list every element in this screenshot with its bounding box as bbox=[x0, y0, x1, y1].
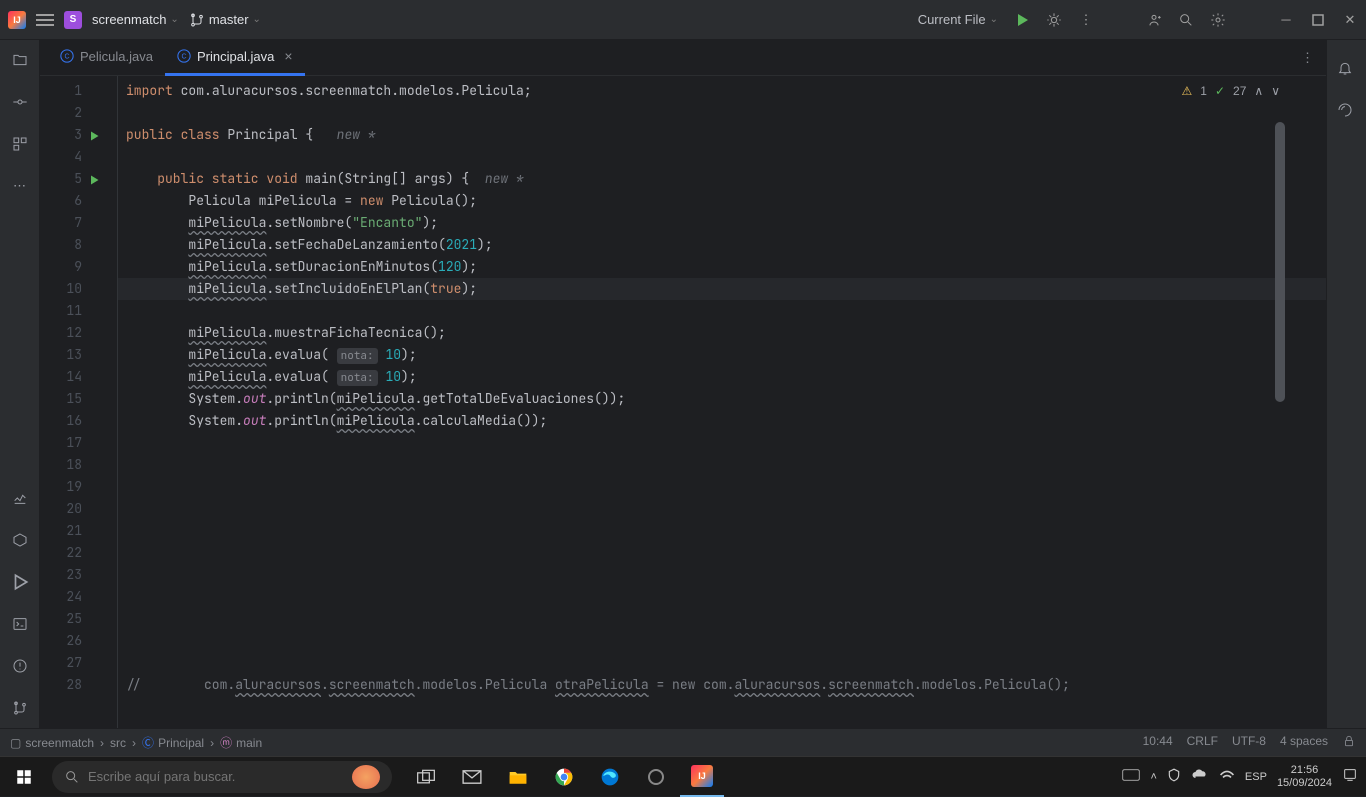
status-bar: ▢ screenmatch › src › Ⓒ Principal › ⓜ ma… bbox=[0, 728, 1366, 756]
breadcrumb-method[interactable]: ⓜ main bbox=[220, 734, 262, 751]
scrollbar[interactable] bbox=[1274, 122, 1286, 728]
editor-tabs: C Pelicula.java C Principal.java × ⋮ bbox=[40, 40, 1326, 76]
run-button[interactable] bbox=[1014, 12, 1030, 28]
maximize-button[interactable] bbox=[1310, 12, 1326, 28]
tray-clock[interactable]: 21:56 15/09/2024 bbox=[1277, 764, 1332, 790]
vcs-branch-selector[interactable]: master ⌄ bbox=[189, 12, 261, 28]
debug-button[interactable] bbox=[1046, 12, 1062, 28]
right-tool-strip bbox=[1326, 40, 1366, 728]
code-content[interactable]: import com.aluracursos.screenmatch.model… bbox=[118, 76, 1326, 728]
svg-text:C: C bbox=[64, 54, 69, 61]
tab-options-button[interactable]: ⋮ bbox=[1301, 50, 1314, 66]
search-highlight-icon bbox=[352, 765, 380, 789]
tray-onedrive-icon[interactable] bbox=[1191, 769, 1209, 784]
structure-tool-button[interactable] bbox=[10, 134, 30, 154]
file-encoding[interactable]: UTF-8 bbox=[1232, 734, 1266, 751]
more-tools-button[interactable]: ⋯ bbox=[10, 176, 30, 196]
commit-tool-button[interactable] bbox=[10, 92, 30, 112]
minimize-button[interactable]: ─ bbox=[1278, 12, 1294, 28]
problems-tool-button[interactable] bbox=[10, 656, 30, 676]
close-button[interactable]: ✕ bbox=[1342, 12, 1358, 28]
left-tool-strip: ⋯ bbox=[0, 40, 40, 728]
tab-principal[interactable]: C Principal.java × bbox=[165, 40, 305, 76]
terminal-tool-button[interactable] bbox=[10, 614, 30, 634]
tray-keyboard-icon[interactable] bbox=[1122, 768, 1140, 785]
code-editor[interactable]: 1234567891011121314151617181920212223242… bbox=[40, 76, 1326, 728]
settings-button[interactable] bbox=[1210, 12, 1226, 28]
taskbar-search[interactable] bbox=[52, 761, 392, 793]
vcs-tool-button[interactable] bbox=[10, 698, 30, 718]
mail-app[interactable] bbox=[450, 757, 494, 797]
project-tool-button[interactable] bbox=[10, 50, 30, 70]
chevron-up-icon[interactable]: ∧ bbox=[1254, 84, 1263, 98]
breadcrumb-root[interactable]: ▢ screenmatch bbox=[10, 736, 94, 750]
search-everywhere-button[interactable] bbox=[1178, 12, 1194, 28]
chrome-app[interactable] bbox=[542, 757, 586, 797]
cortana-app[interactable] bbox=[634, 757, 678, 797]
project-icon: S bbox=[64, 11, 82, 29]
run-config-selector[interactable]: Current File ⌄ bbox=[918, 12, 998, 27]
edge-app[interactable] bbox=[588, 757, 632, 797]
breadcrumb-src[interactable]: src bbox=[110, 736, 126, 750]
taskview-button[interactable] bbox=[404, 757, 448, 797]
gutter: 1234567891011121314151617181920212223242… bbox=[40, 76, 92, 728]
bookmarks-tool-button[interactable] bbox=[10, 488, 30, 508]
services-tool-button[interactable] bbox=[10, 530, 30, 550]
indent-config[interactable]: 4 spaces bbox=[1280, 734, 1328, 751]
ai-assistant-button[interactable] bbox=[1337, 102, 1357, 122]
chevron-down-icon[interactable]: ∨ bbox=[1271, 84, 1280, 98]
close-tab-icon[interactable]: × bbox=[284, 48, 292, 64]
check-icon: ✓ bbox=[1215, 84, 1225, 98]
tray-network-icon[interactable] bbox=[1219, 768, 1235, 785]
start-button[interactable] bbox=[0, 757, 48, 797]
warning-icon: ⚠ bbox=[1182, 84, 1193, 98]
line-separator[interactable]: CRLF bbox=[1187, 734, 1218, 751]
code-with-me-button[interactable] bbox=[1146, 12, 1162, 28]
tray-notifications-button[interactable] bbox=[1342, 767, 1358, 786]
breadcrumb-class[interactable]: Ⓒ Principal bbox=[142, 734, 204, 751]
project-selector[interactable]: screenmatch ⌄ bbox=[92, 12, 179, 27]
cursor-position[interactable]: 10:44 bbox=[1143, 734, 1173, 751]
intellij-app[interactable]: IJ bbox=[680, 757, 724, 797]
taskbar-search-input[interactable] bbox=[88, 769, 344, 784]
tray-chevron-up[interactable]: ˄ bbox=[1150, 771, 1156, 783]
tab-pelicula[interactable]: C Pelicula.java bbox=[48, 40, 165, 76]
main-menu-button[interactable] bbox=[36, 11, 54, 29]
titlebar: IJ S screenmatch ⌄ master ⌄ Current File… bbox=[0, 0, 1366, 40]
run-tool-button[interactable] bbox=[10, 572, 30, 592]
readonly-toggle[interactable] bbox=[1342, 734, 1356, 751]
tray-security-icon[interactable] bbox=[1167, 768, 1181, 785]
windows-taskbar: IJ ˄ ESP 21:56 15/09/2024 bbox=[0, 756, 1366, 796]
inspection-indicator[interactable]: ⚠1 ✓27 ∧ ∨ bbox=[1182, 84, 1280, 98]
notifications-button[interactable] bbox=[1337, 60, 1357, 80]
svg-text:C: C bbox=[181, 54, 186, 61]
tray-language[interactable]: ESP bbox=[1245, 771, 1267, 783]
more-actions-button[interactable]: ⋮ bbox=[1078, 12, 1094, 28]
intellij-icon: IJ bbox=[8, 11, 26, 29]
explorer-app[interactable] bbox=[496, 757, 540, 797]
